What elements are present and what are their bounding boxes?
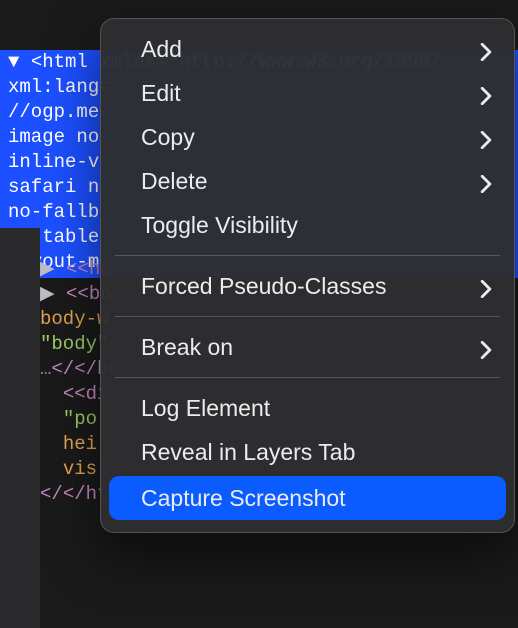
context-menu: Add Edit Copy Delete Toggle Visibility F… xyxy=(100,18,515,533)
menu-forced-pseudo[interactable]: Forced Pseudo-Classes xyxy=(101,264,514,308)
id-text: "body" xyxy=(40,333,108,355)
chevron-right-icon xyxy=(480,131,492,143)
menu-separator xyxy=(115,255,500,256)
menu-label: Reveal in Layers Tab xyxy=(141,439,355,466)
menu-label: Copy xyxy=(141,124,195,151)
attr-text: vis xyxy=(63,458,97,480)
menu-delete[interactable]: Delete xyxy=(101,159,514,203)
disclosure-triangle-icon[interactable]: ▶ xyxy=(40,258,66,280)
menu-separator xyxy=(115,377,500,378)
menu-reveal-layers[interactable]: Reveal in Layers Tab xyxy=(101,430,514,474)
menu-label: Edit xyxy=(141,80,181,107)
disclosure-triangle-icon[interactable]: ▶ xyxy=(40,283,66,305)
menu-log-element[interactable]: Log Element xyxy=(101,386,514,430)
menu-label: Capture Screenshot xyxy=(141,485,346,512)
menu-break-on[interactable]: Break on xyxy=(101,325,514,369)
class-text: body-w xyxy=(40,308,108,330)
disclosure-triangle-open: ▼ xyxy=(8,51,31,73)
menu-label: Log Element xyxy=(141,395,270,422)
chevron-right-icon xyxy=(480,43,492,55)
ellipsis: … xyxy=(40,358,51,380)
chevron-right-icon xyxy=(480,280,492,292)
chevron-right-icon xyxy=(480,175,492,187)
attr-text: hei xyxy=(63,433,97,455)
menu-copy[interactable]: Copy xyxy=(101,115,514,159)
menu-add[interactable]: Add xyxy=(101,27,514,71)
menu-label: Delete xyxy=(141,168,207,195)
attr-text: "po xyxy=(63,408,97,430)
chevron-right-icon xyxy=(480,87,492,99)
menu-label: Break on xyxy=(141,334,233,361)
menu-separator xyxy=(115,316,500,317)
menu-label: Forced Pseudo-Classes xyxy=(141,273,386,300)
menu-label: Add xyxy=(141,36,182,63)
menu-capture-screenshot[interactable]: Capture Screenshot xyxy=(109,476,506,520)
chevron-right-icon xyxy=(480,341,492,353)
menu-toggle-visibility[interactable]: Toggle Visibility xyxy=(101,203,514,247)
gutter xyxy=(0,228,40,628)
menu-edit[interactable]: Edit xyxy=(101,71,514,115)
menu-label: Toggle Visibility xyxy=(141,212,298,239)
